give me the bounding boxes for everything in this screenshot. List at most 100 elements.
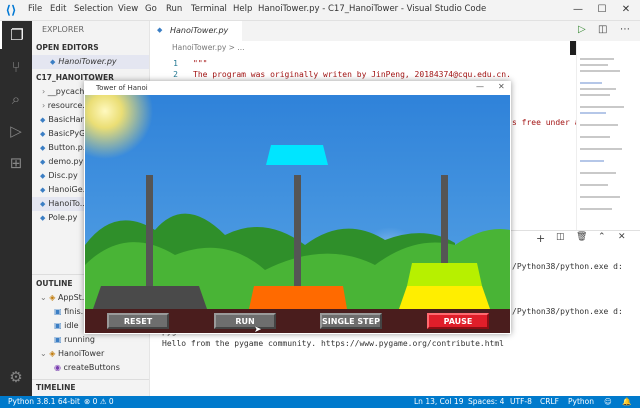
outline-label: idle [64, 321, 79, 330]
file-item[interactable]: ◆ demo.py [40, 155, 83, 169]
minimap-line [580, 112, 606, 114]
indentation[interactable]: Spaces: 4 [468, 396, 504, 408]
extensions-icon[interactable]: ⊞ [0, 149, 32, 177]
python-file-icon: ◆ [157, 26, 163, 34]
menu-run[interactable]: Run [166, 4, 182, 14]
run-debug-icon[interactable]: ▷ [0, 117, 32, 145]
field-icon: ▣ [54, 335, 65, 344]
trash-icon[interactable]: 🗑 [576, 232, 587, 242]
split-editor-icon[interactable]: ◫ [598, 24, 607, 35]
outline-heading[interactable]: OUTLINE [36, 277, 73, 291]
line-number: 1 [173, 59, 178, 68]
single-step-button[interactable]: SINGLE STEP [320, 313, 382, 329]
minimize-button[interactable]: — [568, 2, 588, 18]
cursor-position[interactable]: Ln 13, Col 19 [414, 396, 463, 408]
menu-help[interactable]: Help [233, 4, 252, 14]
python-file-icon: ◆ [40, 144, 46, 152]
encoding[interactable]: UTF-8 [510, 396, 532, 408]
code-line: """ [193, 59, 208, 68]
menu-view[interactable]: View [118, 4, 138, 14]
settings-gear-icon[interactable]: ⚙ [0, 363, 32, 391]
python-file-icon: ◆ [40, 172, 46, 180]
class-icon: ◈ [49, 293, 58, 302]
minimap-line [580, 58, 614, 60]
reset-button[interactable]: RESET [107, 313, 169, 329]
outline-item[interactable]: ⌄ ◈ AppSt... [40, 291, 89, 305]
split-terminal-icon[interactable]: ◫ [556, 232, 565, 242]
title-bar: ⟨⟩ File Edit Selection View Go Run Termi… [0, 0, 640, 21]
minimap-line [580, 82, 602, 84]
menu-edit[interactable]: Edit [50, 4, 66, 14]
menu-selection[interactable]: Selection [74, 4, 113, 14]
more-actions-icon[interactable]: ⋯ [620, 24, 630, 35]
outline-item[interactable]: ◉ createButtons [54, 361, 120, 375]
feedback-icon[interactable]: ☺ [604, 396, 612, 408]
file-item[interactable]: ◆ Pole.py [40, 211, 77, 225]
file-item[interactable]: › resource... [42, 99, 90, 113]
minimap-line [580, 148, 622, 150]
python-file-icon: ◆ [40, 130, 46, 138]
disc-middle [249, 286, 347, 309]
search-icon[interactable]: ⌕ [0, 85, 32, 113]
source-control-icon[interactable]: ⑂ [0, 53, 32, 81]
minimap-line [580, 124, 618, 126]
bell-icon[interactable]: 🔔 [622, 396, 631, 408]
outline-item[interactable]: ⌄ ◈ HanoiTower [40, 347, 104, 361]
file-item[interactable]: ◆ Disc.py [40, 169, 78, 183]
open-editor-item[interactable]: ◆ HanoiTower.py [32, 55, 149, 69]
run-button[interactable]: RUN [214, 313, 276, 329]
terminal-line: /Python38/python.exe d: [512, 307, 623, 316]
python-interpreter[interactable]: Python 3.8.1 64-bit [8, 396, 80, 408]
pygame-window-title: Tower of Hanoi [84, 81, 511, 95]
line-ending[interactable]: CRLF [540, 396, 559, 408]
menu-go[interactable]: Go [145, 4, 157, 14]
files-icon[interactable]: ❐ [0, 21, 32, 49]
open-editors-heading[interactable]: OPEN EDITORS [36, 41, 99, 55]
outline-label: createButtons [63, 363, 120, 372]
maximize-button[interactable]: ☐ [592, 2, 612, 18]
outline-label: running [64, 335, 95, 344]
pole-left [146, 175, 153, 300]
file-item[interactable]: ◆ Button.p... [40, 141, 90, 155]
breadcrumb[interactable]: HanoiTower.py > ... [150, 41, 570, 55]
minimap-line [580, 64, 608, 66]
outline-item[interactable]: ▣ idle [54, 319, 79, 333]
close-panel-icon[interactable]: ✕ [618, 232, 626, 242]
disc-floating [266, 145, 328, 165]
minimap-line [580, 208, 612, 210]
outline-item[interactable]: ▣ running [54, 333, 95, 347]
game-scene [85, 95, 510, 333]
tab-hanoitower[interactable]: HanoiTower.py [150, 21, 242, 41]
python-file-icon: ◆ [40, 200, 46, 208]
python-file-icon: ◆ [40, 116, 46, 124]
field-icon: ▣ [54, 307, 65, 316]
pygame-minimize-button[interactable]: — [476, 82, 484, 91]
pygame-close-button[interactable]: ✕ [498, 82, 505, 91]
file-label: Pole.py [48, 213, 78, 222]
game-canvas[interactable]: RESET RUN SINGLE STEP PAUSE ➤ [85, 95, 510, 333]
file-item[interactable]: ◆ HanoiGe... [40, 183, 90, 197]
minimap-line [580, 184, 608, 186]
minimap-line [580, 196, 620, 198]
vscode-logo-icon: ⟨⟩ [5, 3, 17, 17]
disc-right-top [407, 263, 482, 286]
problems-count[interactable]: ⊗ 0 ⚠ 0 [84, 396, 114, 408]
terminal-line: /Python38/python.exe d: [512, 262, 623, 271]
language-mode[interactable]: Python [568, 396, 594, 408]
close-button[interactable]: ✕ [616, 2, 636, 18]
disc-left [93, 286, 207, 309]
timeline-heading[interactable]: TIMELINE [36, 381, 75, 395]
python-file-icon: ◆ [40, 186, 46, 194]
menu-terminal[interactable]: Terminal [191, 4, 227, 14]
pole-middle [294, 175, 301, 300]
minimap-line [580, 160, 604, 162]
menu-file[interactable]: File [28, 4, 42, 14]
new-terminal-icon[interactable]: + [536, 232, 545, 245]
pause-button[interactable]: PAUSE [427, 313, 489, 329]
run-file-icon[interactable]: ▷ [578, 24, 586, 35]
file-label: HanoiTo... [48, 199, 88, 208]
chevron-up-icon[interactable]: ⌃ [598, 232, 606, 242]
mouse-cursor-icon: ➤ [254, 325, 262, 333]
terminal-line: Hello from the pygame community. https:/… [162, 339, 504, 348]
sun [85, 95, 153, 159]
